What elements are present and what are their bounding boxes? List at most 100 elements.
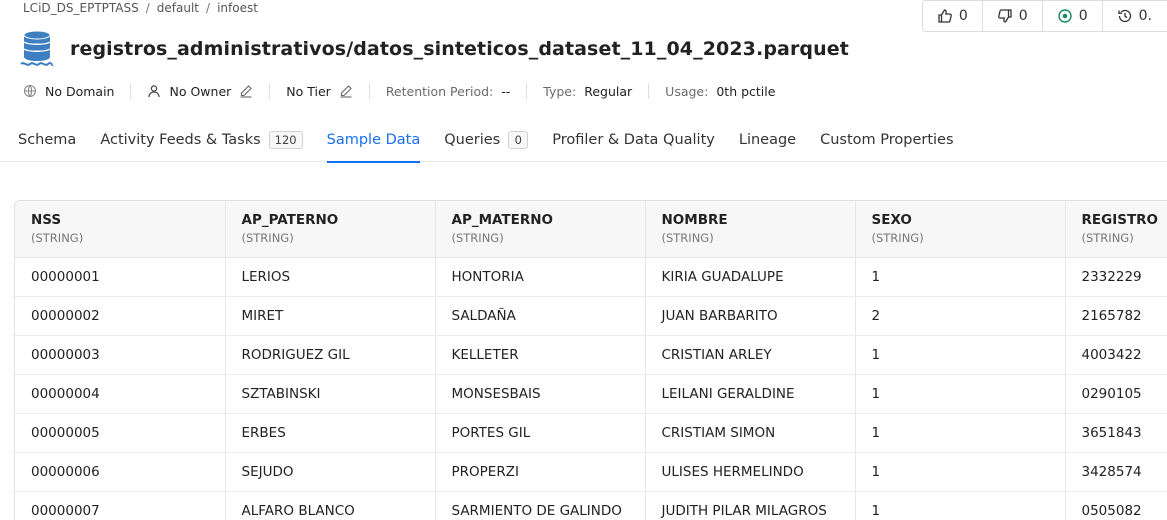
table-cell: 2	[855, 296, 1066, 336]
table-cell: ERBES	[225, 413, 436, 453]
dislike-count: 0	[1018, 8, 1028, 24]
tab-count-badge: 120	[268, 131, 303, 149]
breadcrumb: LCiD_DS_EPTPTASS / default / infoest	[23, 1, 258, 15]
column-header: REGISTRO (STRING)	[1065, 201, 1167, 258]
tier-value: No Tier	[286, 83, 331, 99]
table-row: 00000001 LERIOS HONTORIA KIRIA GUADALUPE 1 23…	[15, 257, 1167, 297]
column-header: NSS (STRING)	[15, 201, 226, 258]
owner-info: No Owner	[147, 83, 271, 99]
table-cell: 4003422	[1065, 335, 1167, 375]
follow-button[interactable]: 0	[1043, 1, 1103, 31]
type-info: Type: Regular	[543, 83, 650, 99]
domain-info: No Domain	[23, 83, 132, 99]
edit-tier-icon[interactable]	[339, 84, 353, 98]
domain-value[interactable]: No Domain	[45, 84, 114, 99]
table-cell: JUAN BARBARITO	[645, 296, 856, 336]
tier-info: No Tier	[286, 83, 370, 99]
table-cell: HONTORIA	[435, 257, 646, 297]
table-cell: 2332229	[1065, 257, 1167, 297]
domain-icon	[23, 84, 37, 98]
tab-lineage[interactable]: Lineage	[739, 118, 796, 162]
column-type: (STRING)	[31, 231, 84, 246]
tab-label: Activity Feeds & Tasks	[100, 132, 261, 148]
column-name: SEXO	[871, 212, 912, 229]
breadcrumb-separator: /	[145, 1, 150, 15]
table-cell: 1	[855, 413, 1066, 453]
table-entity-icon	[20, 30, 54, 67]
header-actions: 0 0 0 0.	[921, 0, 1167, 32]
title-row: registros_administrativos/datos_sintetic…	[20, 30, 849, 68]
table-cell: 00000001	[15, 257, 226, 297]
tab-label: Custom Properties	[820, 132, 954, 148]
usage-value: 0th pctile	[716, 83, 776, 99]
breadcrumb-item-service[interactable]: LCiD_DS_EPTPTASS	[23, 1, 139, 15]
table-cell: SZTABINSKI	[225, 374, 436, 414]
table-cell: RODRIGUEZ GIL	[225, 335, 436, 375]
tab-label: Lineage	[738, 132, 797, 148]
user-icon	[148, 85, 161, 98]
retention-label: Retention Period:	[385, 83, 494, 99]
tab-profiler[interactable]: Profiler & Data Quality	[552, 118, 715, 162]
breadcrumb-separator: /	[206, 1, 211, 15]
table-cell: SALDAÑA	[435, 296, 646, 336]
column-header: AP_PATERNO (STRING)	[225, 201, 436, 258]
thumbs-down-icon	[997, 9, 1012, 23]
thumbs-up-icon	[938, 9, 952, 23]
version-history-button[interactable]: 0.	[1103, 1, 1167, 31]
tab-schema[interactable]: Schema	[18, 118, 76, 162]
column-type: (STRING)	[1081, 231, 1134, 246]
column-type: (STRING)	[871, 231, 924, 246]
version-value: 0.	[1138, 8, 1152, 24]
table-cell: KELLETER	[435, 335, 646, 375]
tab-label: Queries	[444, 132, 501, 148]
table-cell: 1	[855, 491, 1066, 520]
table-row: 00000006 SEJUDO PROPERZI ULISES HERMELINDO 1…	[15, 452, 1167, 492]
table-cell: 00000004	[15, 374, 226, 414]
breadcrumb-item-database[interactable]: default	[157, 1, 199, 15]
table-cell: PORTES GIL	[435, 413, 646, 453]
table-cell: CRISTIAN ARLEY	[645, 335, 856, 375]
column-name: NSS	[31, 212, 62, 229]
column-header: NOMBRE (STRING)	[645, 201, 856, 258]
table-cell: 1	[855, 452, 1066, 492]
retention-info: Retention Period: --	[385, 83, 528, 99]
tab-label: Profiler & Data Quality	[552, 132, 715, 148]
like-count: 0	[958, 8, 968, 24]
table-cell: 0290105	[1065, 374, 1167, 414]
table-cell: MIRET	[225, 296, 436, 336]
table-cell: LERIOS	[225, 257, 436, 297]
table-cell: PROPERZI	[435, 452, 646, 492]
table-cell: 2165782	[1065, 296, 1167, 336]
like-button[interactable]: 0	[923, 1, 983, 31]
page-title: registros_administrativos/datos_sintetic…	[70, 38, 849, 60]
table-cell: 00000006	[15, 452, 226, 492]
tab-queries[interactable]: Queries 0	[444, 118, 529, 162]
table-cell: 1	[855, 374, 1066, 414]
version-history-icon	[1117, 9, 1131, 23]
column-name: REGISTRO	[1081, 212, 1159, 229]
tab-activity-feeds[interactable]: Activity Feeds & Tasks 120	[100, 118, 303, 162]
column-name: AP_MATERNO	[451, 212, 554, 229]
edit-owner-icon[interactable]	[239, 84, 253, 98]
table-cell: 00000005	[15, 413, 226, 453]
table-cell: 0505082	[1065, 491, 1167, 520]
table-cell: 1	[855, 257, 1066, 297]
retention-value: --	[501, 83, 511, 99]
table-header-row: NSS (STRING) AP_PATERNO (STRING) AP_MATERNO (…	[15, 201, 1167, 258]
tab-count-badge: 0	[508, 131, 529, 149]
table-cell: 00000002	[15, 296, 226, 336]
follow-count: 0	[1078, 8, 1088, 24]
table-cell: KIRIA GUADALUPE	[645, 257, 856, 297]
column-header: SEXO (STRING)	[855, 201, 1066, 258]
sample-data-table: NSS (STRING) AP_PATERNO (STRING) AP_MATERNO (…	[14, 200, 1167, 520]
type-label: Type:	[543, 83, 577, 99]
owner-value: No Owner	[169, 83, 232, 99]
tab-custom-properties[interactable]: Custom Properties	[820, 118, 953, 162]
usage-info: Usage: 0th pctile	[665, 83, 791, 99]
table-cell: 3651843	[1065, 413, 1167, 453]
dislike-button[interactable]: 0	[983, 1, 1043, 31]
tab-sample-data[interactable]: Sample Data	[326, 118, 421, 163]
entity-tabs: Schema Activity Feeds & Tasks 120 Sample…	[0, 118, 1167, 163]
breadcrumb-item-schema[interactable]: infoest	[217, 1, 258, 15]
tab-label: Sample Data	[326, 132, 421, 148]
